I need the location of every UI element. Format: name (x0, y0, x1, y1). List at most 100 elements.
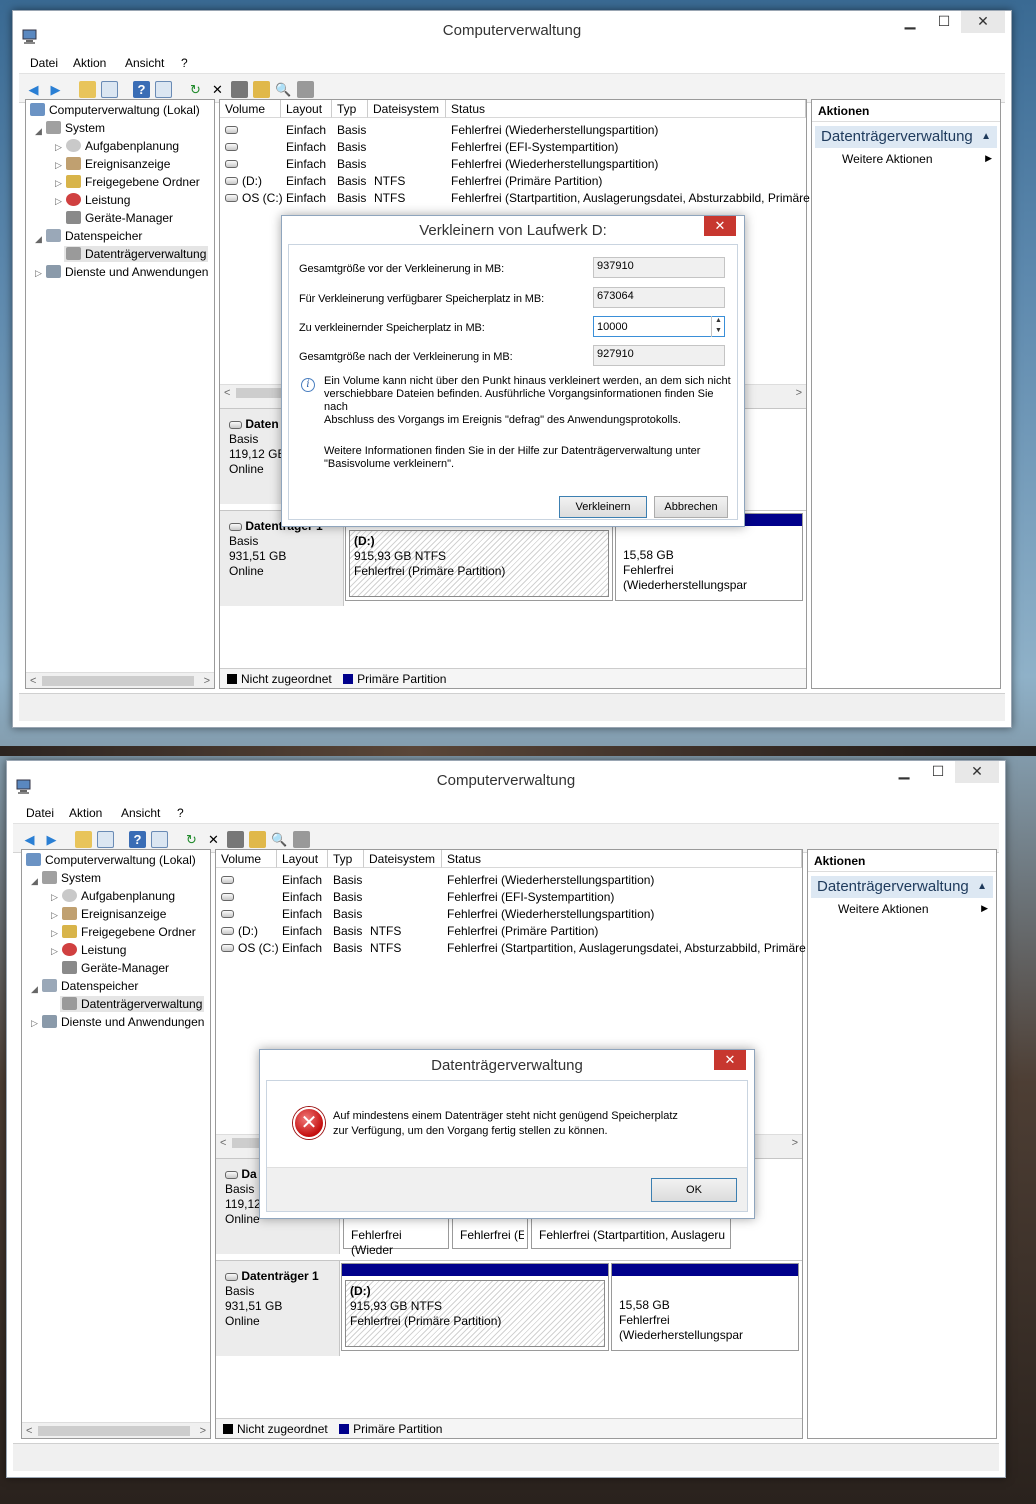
up-folder-icon[interactable] (79, 81, 96, 98)
tree-scrollbar[interactable]: < > (26, 672, 214, 688)
scroll-left-icon[interactable]: < (224, 387, 230, 399)
refresh-icon[interactable]: ↻ (183, 831, 200, 848)
menu-ansicht[interactable]: Ansicht (121, 806, 160, 820)
minimize-button[interactable]: ▁ (895, 11, 925, 33)
expand-arrow-icon[interactable]: ▷ (51, 910, 58, 921)
shrink-dialog-close-button[interactable]: ✕ (704, 216, 736, 236)
disk-1-label[interactable]: Datenträger 1 Basis 931,51 GB Online (216, 1261, 340, 1356)
back-icon[interactable]: ◀ (21, 831, 38, 848)
partition-recovery[interactable]: 15,58 GB Fehlerfrei (Wiederherstellungsp… (611, 1263, 799, 1351)
actions-section-disk-management[interactable]: Datenträgerverwaltung ▲ (815, 126, 997, 148)
tree-item-task-scheduler[interactable]: Aufgabenplanung (62, 889, 175, 903)
up-folder-icon[interactable] (75, 831, 92, 848)
scroll-right-icon[interactable]: > (796, 387, 802, 399)
col-volume[interactable]: Volume (216, 850, 277, 868)
minimize-button[interactable]: ▁ (889, 761, 919, 783)
volume-row[interactable]: (D:) Einfach Basis NTFS Fehlerfrei (Primäre … (220, 173, 806, 190)
volume-row[interactable]: Einfach Basis Fehlerfrei (Wiederherstellun… (220, 156, 806, 173)
shrink-amount-input[interactable] (593, 316, 725, 337)
volume-row[interactable]: Einfach Basis Fehlerfrei (Wiederherstellun… (220, 122, 806, 139)
maximize-button[interactable]: ☐ (929, 11, 959, 33)
scroll-left-icon[interactable]: < (30, 675, 36, 687)
delete-icon[interactable]: ✕ (209, 81, 226, 98)
error-dialog-close-button[interactable]: ✕ (714, 1050, 746, 1070)
close-button[interactable]: ✕ (961, 11, 1005, 33)
tree-item-storage[interactable]: Datenspeicher (42, 979, 138, 993)
help-icon[interactable]: ? (129, 831, 146, 848)
disk-properties-icon[interactable] (293, 831, 310, 848)
volume-row[interactable]: Einfach Basis Fehlerfrei (EFI-Systempartit… (216, 889, 802, 906)
menu-datei[interactable]: Datei (26, 806, 54, 820)
tree-item-performance[interactable]: Leistung (62, 943, 126, 957)
tree-item-device-manager[interactable]: Geräte-Manager (62, 961, 169, 975)
menu-datei[interactable]: Datei (30, 56, 58, 70)
help-icon[interactable]: ? (133, 81, 150, 98)
show-tree-icon[interactable] (97, 831, 114, 848)
collapse-arrow-icon[interactable]: ◢ (35, 126, 42, 137)
scroll-right-icon[interactable]: > (792, 1137, 798, 1149)
search-icon[interactable]: 🔍 (275, 81, 292, 98)
col-volume[interactable]: Volume (220, 100, 281, 118)
collapse-arrow-icon[interactable]: ◢ (31, 876, 38, 887)
collapse-up-icon[interactable]: ▲ (981, 126, 991, 148)
expand-arrow-icon[interactable]: ▷ (51, 946, 58, 957)
expand-arrow-icon[interactable]: ▷ (55, 160, 62, 171)
stepper-up-icon[interactable]: ▲ (712, 316, 725, 326)
more-actions-item[interactable]: Weitere Aktionen (838, 902, 929, 916)
col-layout[interactable]: Layout (281, 100, 332, 118)
more-actions-item[interactable]: Weitere Aktionen (842, 152, 933, 166)
col-status[interactable]: Status (446, 100, 806, 118)
col-status[interactable]: Status (442, 850, 802, 868)
search-icon[interactable]: 🔍 (271, 831, 288, 848)
volume-row[interactable]: OS (C:) Einfach Basis NTFS Fehlerfrei (Start… (220, 190, 810, 207)
tree-item-device-manager[interactable]: Geräte-Manager (66, 211, 173, 225)
ok-button[interactable]: OK (651, 1178, 737, 1202)
back-icon[interactable]: ◀ (25, 81, 42, 98)
tree-item-disk-management[interactable]: Datenträgerverwaltung (64, 246, 209, 262)
properties-icon[interactable] (227, 831, 244, 848)
col-filesystem[interactable]: Dateisystem (368, 100, 446, 118)
volume-row[interactable]: Einfach Basis Fehlerfrei (Wiederherstellun… (216, 872, 802, 889)
volume-row[interactable]: (D:) Einfach Basis NTFS Fehlerfrei (Primäre … (216, 923, 802, 940)
maximize-button[interactable]: ☐ (923, 761, 953, 783)
tree-item-disk-management[interactable]: Datenträgerverwaltung (60, 996, 205, 1012)
volume-row[interactable]: Einfach Basis Fehlerfrei (EFI-Systempartit… (220, 139, 806, 156)
expand-arrow-icon[interactable]: ▷ (51, 892, 58, 903)
tree-item-performance[interactable]: Leistung (66, 193, 130, 207)
actions-section-disk-management[interactable]: Datenträgerverwaltung ▲ (811, 876, 993, 898)
forward-icon[interactable]: ▶ (47, 81, 64, 98)
stepper-down-icon[interactable]: ▼ (712, 326, 725, 336)
expand-arrow-icon[interactable]: ▷ (51, 928, 58, 939)
cancel-button[interactable]: Abbrechen (654, 496, 728, 518)
delete-icon[interactable]: ✕ (205, 831, 222, 848)
shrink-button[interactable]: Verkleinern (559, 496, 647, 518)
tree-item-task-scheduler[interactable]: Aufgabenplanung (66, 139, 179, 153)
refresh-icon[interactable]: ↻ (187, 81, 204, 98)
tree-item-root[interactable]: Computerverwaltung (Lokal) (26, 853, 196, 867)
partition-d[interactable]: (D:) 915,93 GB NTFS Fehlerfrei (Primäre … (341, 1263, 609, 1351)
open-folder-icon[interactable] (253, 81, 270, 98)
volume-row[interactable]: OS (C:) Einfach Basis NTFS Fehlerfrei (Start… (216, 940, 806, 957)
col-type[interactable]: Typ (332, 100, 368, 118)
menu-ansicht[interactable]: Ansicht (125, 56, 164, 70)
menu-help[interactable]: ? (181, 56, 188, 70)
tree-item-shared-folders[interactable]: Freigegebene Ordner (62, 925, 196, 939)
tree-item-services[interactable]: Dienste und Anwendungen (42, 1015, 204, 1029)
tree-scrollbar[interactable]: < > (22, 1422, 210, 1438)
tree-item-shared-folders[interactable]: Freigegebene Ordner (66, 175, 200, 189)
tree-item-event-viewer[interactable]: Ereignisanzeige (62, 907, 166, 921)
volume-row[interactable]: Einfach Basis Fehlerfrei (Wiederherstellun… (216, 906, 802, 923)
close-button[interactable]: ✕ (955, 761, 999, 783)
expand-arrow-icon[interactable]: ▷ (55, 178, 62, 189)
collapse-arrow-icon[interactable]: ◢ (35, 234, 42, 245)
tree-item-event-viewer[interactable]: Ereignisanzeige (66, 157, 170, 171)
expand-arrow-icon[interactable]: ▷ (55, 142, 62, 153)
expand-arrow-icon[interactable]: ▷ (31, 1018, 38, 1029)
menu-aktion[interactable]: Aktion (69, 806, 102, 820)
forward-icon[interactable]: ▶ (43, 831, 60, 848)
scroll-right-icon[interactable]: > (204, 675, 210, 687)
show-action-pane-icon[interactable] (151, 831, 168, 848)
col-layout[interactable]: Layout (277, 850, 328, 868)
scrollbar-thumb[interactable] (42, 676, 194, 686)
show-tree-icon[interactable] (101, 81, 118, 98)
